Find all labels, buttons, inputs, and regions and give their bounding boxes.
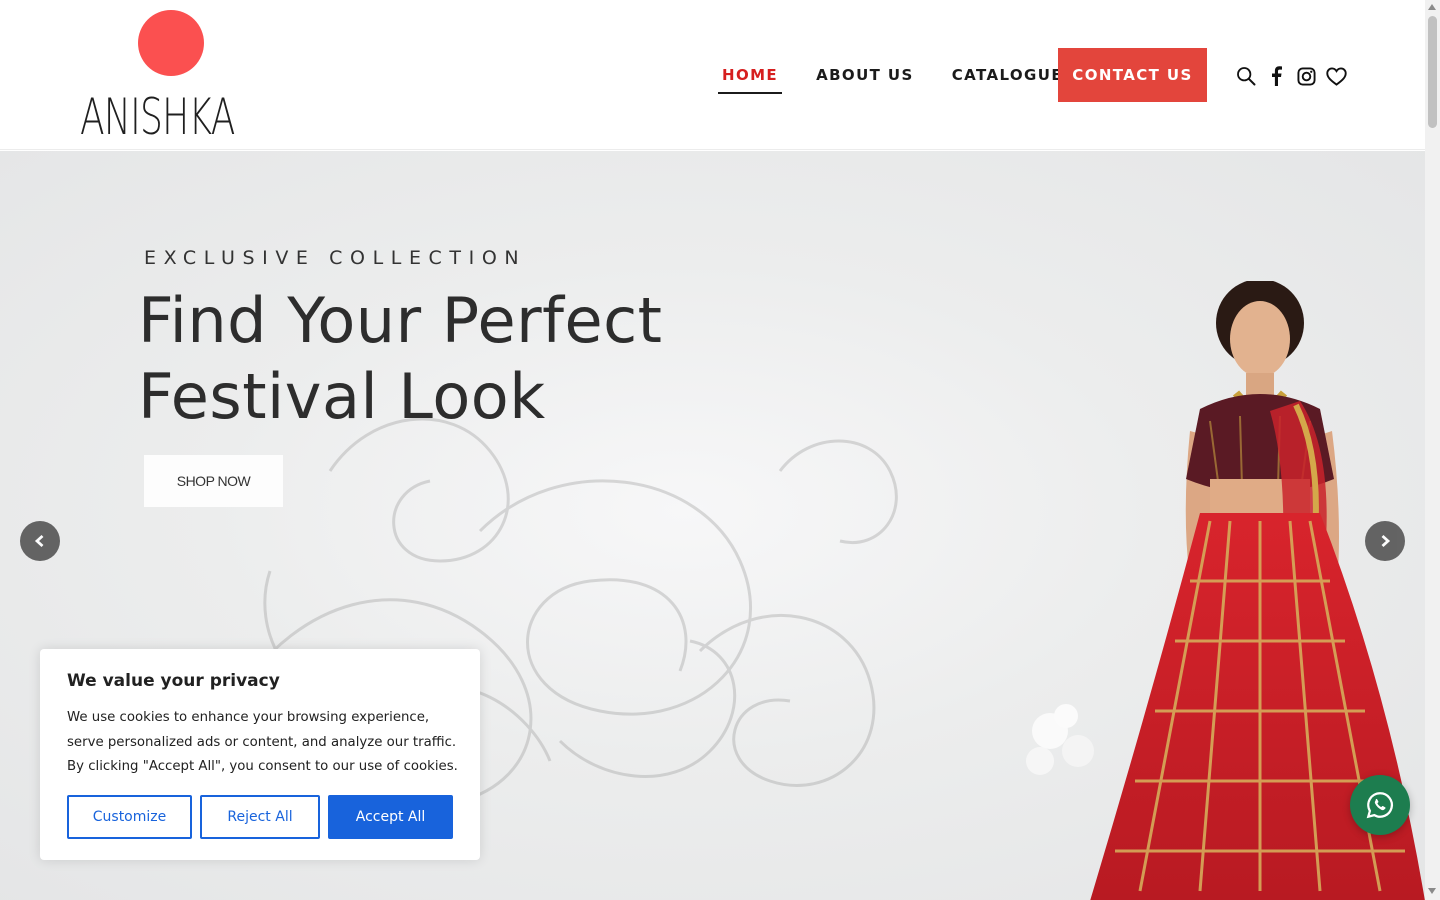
nav-item-home[interactable]: HOME [718, 62, 783, 94]
contact-us-button[interactable]: CONTACT US [1058, 48, 1207, 102]
cookie-consent-banner: We value your privacy We use cookies to … [40, 649, 480, 860]
hero-title-line-2: Festival Look [138, 360, 546, 433]
hero-title-line-1: Find Your Perfect [138, 284, 663, 357]
page-scrollbar[interactable] [1425, 0, 1440, 900]
header-icons [1235, 65, 1355, 87]
search-icon[interactable] [1235, 65, 1257, 87]
nav-item-about-us[interactable]: ABOUT US [812, 62, 918, 88]
accept-all-button[interactable]: Accept All [328, 795, 453, 839]
whatsapp-icon [1366, 792, 1394, 819]
shop-now-button[interactable]: SHOP NOW [144, 455, 283, 507]
whatsapp-button[interactable] [1350, 775, 1410, 835]
instagram-icon[interactable] [1295, 65, 1317, 87]
site-header: ANISHKA HOME ABOUT US CATALOGUE CONTACT … [0, 0, 1425, 150]
hero-title: Find Your Perfect Festival Look [138, 283, 662, 435]
logo-dot [138, 10, 204, 76]
scroll-up-arrow-icon[interactable] [1428, 4, 1436, 10]
cookie-text: We use cookies to enhance your browsing … [67, 710, 458, 774]
scroll-down-arrow-icon[interactable] [1428, 888, 1436, 894]
scroll-thumb[interactable] [1428, 16, 1437, 128]
reject-all-button[interactable]: Reject All [200, 795, 320, 839]
cookie-title: We value your privacy [67, 671, 280, 691]
facebook-icon[interactable] [1265, 65, 1287, 87]
nav-item-catalogue[interactable]: CATALOGUE [948, 62, 1067, 88]
brand-logo[interactable]: ANISHKA [78, 8, 268, 146]
slider-prev-button[interactable] [20, 521, 60, 561]
hero-eyebrow: EXCLUSIVE COLLECTION [144, 247, 527, 269]
heart-icon[interactable] [1325, 65, 1347, 87]
chevron-left-icon [34, 534, 44, 548]
brand-name: ANISHKA [80, 88, 235, 146]
customize-button[interactable]: Customize [67, 795, 192, 839]
main-nav: HOME ABOUT US CATALOGUE [718, 48, 1097, 102]
